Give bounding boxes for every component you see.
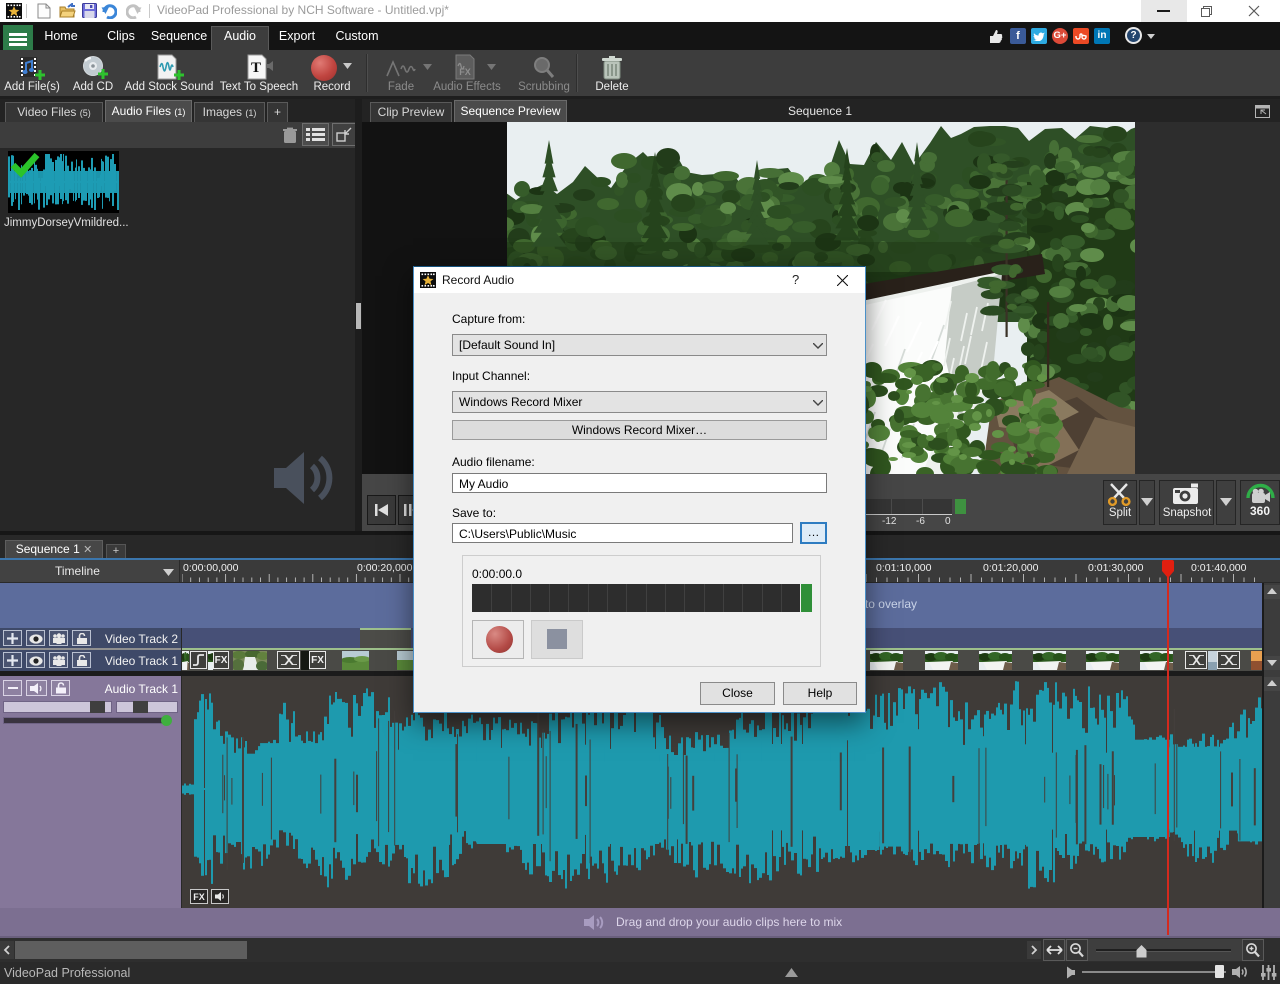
svg-text:0:01:40,000: 0:01:40,000 (1191, 562, 1247, 574)
svg-text:T: T (251, 60, 261, 76)
svg-text:FX: FX (459, 67, 471, 77)
svg-text:0:00:00,000: 0:00:00,000 (183, 562, 239, 574)
svg-text:0:01:30,000: 0:01:30,000 (1088, 562, 1144, 574)
svg-text:0:01:10,000: 0:01:10,000 (876, 562, 932, 574)
svg-text:0:01:20,000: 0:01:20,000 (983, 562, 1039, 574)
svg-text:0:00:20,000: 0:00:20,000 (357, 562, 413, 574)
svg-text:360: 360 (1250, 504, 1270, 518)
